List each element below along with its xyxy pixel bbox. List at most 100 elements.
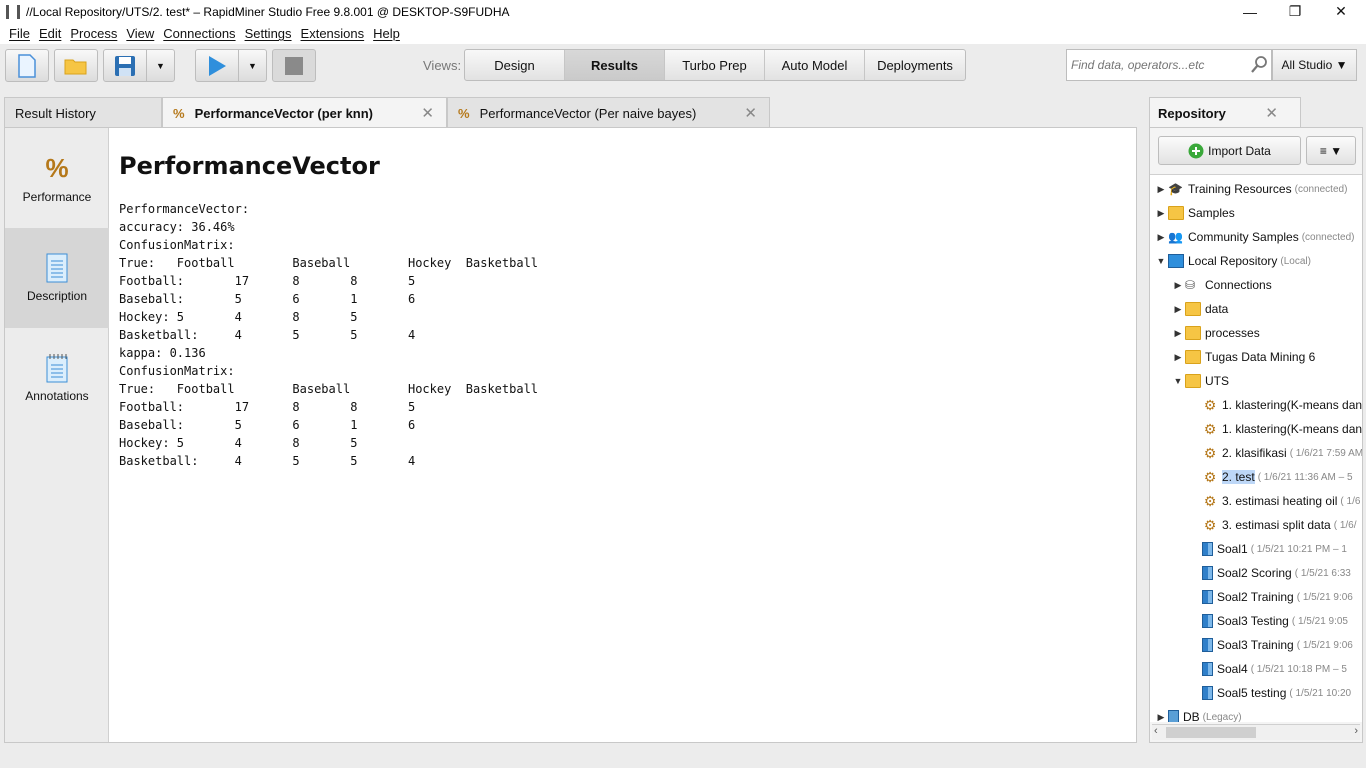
minimize-button[interactable]: — (1227, 0, 1273, 23)
stop-process-button[interactable] (272, 49, 316, 82)
repository-item[interactable]: ⚙ 1. klastering(K-means dan (1188, 393, 1362, 417)
repository-item[interactable]: ▶ data (1171, 297, 1228, 321)
folder-icon (1168, 206, 1184, 220)
stop-icon (285, 56, 303, 75)
menu-view[interactable]: View (126, 26, 154, 41)
sidebar-item-description[interactable]: Description (5, 228, 109, 328)
folder-open-icon (64, 59, 87, 74)
close-window-button[interactable]: ✕ (1318, 0, 1364, 23)
rapidminer-logo-icon (6, 4, 20, 19)
sidebar-item-annotations[interactable]: Annotations (5, 328, 109, 428)
collapsed-arrow-icon[interactable]: ▶ (1171, 328, 1185, 339)
collapsed-arrow-icon[interactable]: ▶ (1154, 232, 1168, 243)
open-process-button[interactable] (54, 49, 98, 82)
play-icon (209, 55, 226, 76)
scroll-right-icon[interactable]: › (1354, 725, 1358, 737)
tab-performance-naive-bayes[interactable]: % PerformanceVector (Per naive bayes) ✕ (447, 97, 770, 128)
search-icon[interactable] (1249, 55, 1269, 75)
search-input[interactable] (1071, 58, 1241, 72)
close-tab-icon[interactable]: ✕ (1265, 104, 1278, 122)
view-deployments-button[interactable]: Deployments (865, 50, 965, 80)
scrollbar-thumb[interactable] (1166, 727, 1256, 738)
repository-item[interactable]: Soal4( 1/5/21 10:18 PM – 5 (1188, 657, 1347, 681)
repository-item[interactable]: Soal2 Scoring( 1/5/21 6:33 (1188, 561, 1351, 585)
repository-item[interactable]: Soal3 Testing( 1/5/21 9:05 (1188, 609, 1348, 633)
collapsed-arrow-icon[interactable]: ▶ (1171, 304, 1185, 315)
repository-item[interactable]: Soal5 testing( 1/5/21 10:20 (1188, 681, 1351, 705)
view-switcher: Design Results Turbo Prep Auto Model Dep… (464, 49, 966, 81)
collapsed-arrow-icon[interactable]: ▶ (1171, 352, 1185, 363)
menu-settings[interactable]: Settings (245, 26, 292, 41)
view-design-button[interactable]: Design (465, 50, 565, 80)
folder-icon (1185, 326, 1201, 340)
run-dropdown-button[interactable]: ▼ (238, 49, 267, 82)
performance-vector-text: PerformanceVector: accuracy: 36.46% Conf… (119, 202, 539, 468)
data-table-icon (1202, 662, 1213, 676)
repository-item-label: 2. test (1222, 470, 1255, 484)
repository-item[interactable]: ⚙ 3. estimasi split data( 1/6/ (1188, 513, 1357, 537)
search-scope-dropdown[interactable]: All Studio ▼ (1272, 49, 1357, 81)
close-tab-icon[interactable]: ✕ (744, 104, 757, 122)
tab-repository[interactable]: Repository ✕ (1149, 97, 1301, 128)
repository-menu-button[interactable]: ≡ ▼ (1306, 136, 1356, 165)
repository-item[interactable]: ▶ Tugas Data Mining 6 (1171, 345, 1315, 369)
repository-item-meta: (connected) (1301, 231, 1355, 243)
repository-item-label: Training Resources (1188, 182, 1292, 196)
collapsed-arrow-icon[interactable]: ▶ (1154, 184, 1168, 195)
collapsed-arrow-icon[interactable]: ▶ (1154, 712, 1168, 723)
result-view-sidebar: % Performance Description Annotations (5, 128, 109, 742)
menu-connections[interactable]: Connections (163, 26, 235, 41)
view-turbo-prep-button[interactable]: Turbo Prep (665, 50, 765, 80)
repository-tree: ▶ 🎓 Training Resources (connected) ▶ Samples ▶… (1150, 174, 1362, 722)
view-results-button[interactable]: Results (565, 50, 665, 80)
document-icon (46, 253, 68, 283)
repository-item[interactable]: ⚙ 1. klastering(K-means dan (1188, 417, 1362, 441)
menu-file[interactable]: File (9, 26, 30, 41)
tab-performance-knn[interactable]: % PerformanceVector (per knn) ✕ (162, 97, 447, 128)
repository-item[interactable]: ▼ Local Repository (Local) (1154, 249, 1311, 273)
menu-extensions[interactable]: Extensions (301, 26, 365, 41)
expanded-arrow-icon[interactable]: ▼ (1171, 376, 1185, 386)
repository-item[interactable]: ⚙ 2. klasifikasi( 1/6/21 7:59 AM (1188, 441, 1362, 465)
save-dropdown-button[interactable]: ▼ (146, 49, 175, 82)
horizontal-scrollbar[interactable]: ‹ › (1152, 724, 1360, 740)
repository-item-label: Soal2 Training (1217, 590, 1294, 604)
save-process-button[interactable] (103, 49, 147, 82)
process-gear-icon: ⚙ (1203, 517, 1217, 533)
result-panel: % Performance Description Annotations Pe… (4, 127, 1137, 743)
repository-item[interactable]: Soal1( 1/5/21 10:21 PM – 1 (1188, 537, 1347, 561)
repository-item[interactable]: ▶ processes (1171, 321, 1260, 345)
repository-item-label: 3. estimasi heating oil (1222, 494, 1338, 508)
view-auto-model-button[interactable]: Auto Model (765, 50, 865, 80)
tab-result-history[interactable]: Result History (4, 97, 162, 128)
collapsed-arrow-icon[interactable]: ▶ (1154, 208, 1168, 219)
repository-item-meta: ( 1/5/21 6:33 (1294, 567, 1351, 579)
repository-item[interactable]: ▶ Samples (1154, 201, 1235, 225)
repository-item[interactable]: Soal2 Training( 1/5/21 9:06 (1188, 585, 1353, 609)
repository-item[interactable]: ⚙ 2. test( 1/6/21 11:36 AM – 5 (1188, 465, 1353, 489)
menu-edit[interactable]: Edit (39, 26, 61, 41)
menu-process[interactable]: Process (70, 26, 117, 41)
repository-item[interactable]: ▶ DB (Legacy) (1154, 705, 1242, 722)
repository-item-label: 3. estimasi split data (1222, 518, 1331, 532)
repository-item[interactable]: ▶ ⛁ Connections (1171, 273, 1272, 297)
import-data-button[interactable]: Import Data (1158, 136, 1301, 165)
repository-item[interactable]: ▶ 👥 Community Samples (connected) (1154, 225, 1355, 249)
expanded-arrow-icon[interactable]: ▼ (1154, 256, 1168, 266)
repository-item[interactable]: ▼ UTS (1171, 369, 1229, 393)
repository-item[interactable]: ▶ 🎓 Training Resources (connected) (1154, 177, 1348, 201)
plug-icon: ⛁ (1185, 278, 1196, 292)
new-process-button[interactable] (5, 49, 49, 82)
scroll-left-icon[interactable]: ‹ (1154, 725, 1158, 737)
close-tab-icon[interactable]: ✕ (421, 104, 434, 122)
collapsed-arrow-icon[interactable]: ▶ (1171, 280, 1185, 291)
menu-help[interactable]: Help (373, 26, 400, 41)
restore-button[interactable]: ❐ (1272, 0, 1318, 23)
data-table-icon (1202, 686, 1213, 700)
run-process-button[interactable] (195, 49, 239, 82)
repository-item[interactable]: Soal3 Training( 1/5/21 9:06 (1188, 633, 1353, 657)
repository-item[interactable]: ⚙ 3. estimasi heating oil( 1/6 (1188, 489, 1361, 513)
sidebar-item-label: Description (26, 289, 88, 303)
sidebar-item-performance[interactable]: % Performance (5, 128, 109, 228)
folder-icon (1185, 350, 1201, 364)
